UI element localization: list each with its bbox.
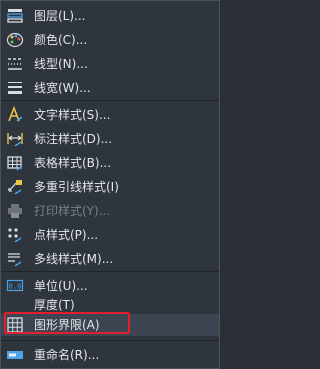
menu-item-label: 多重引线样式(I) <box>34 180 119 194</box>
menu-item-dimension-style[interactable]: 标注样式(D)... <box>1 127 219 151</box>
menu-item-label: 打印样式(Y)... <box>34 204 111 218</box>
point-style-icon <box>6 226 24 244</box>
menu-item-linetype[interactable]: 线型(N)... <box>1 52 219 76</box>
menu-item-color[interactable]: 颜色(C)... <box>1 28 219 52</box>
format-menu: 图层(L)... 颜色(C)... 线型(N)... 线宽(W)... 文字样式… <box>0 0 220 369</box>
menu-item-label: 文字样式(S)... <box>34 108 111 122</box>
menu-item-label: 线型(N)... <box>34 57 88 71</box>
menu-item-lineweight[interactable]: 线宽(W)... <box>1 76 219 100</box>
menu-separator <box>1 100 219 101</box>
menu-item-label: 单位(U)... <box>34 279 88 293</box>
menu-item-label: 颜色(C)... <box>34 33 88 47</box>
multileader-style-icon <box>6 178 24 196</box>
menu-item-label: 线宽(W)... <box>34 81 91 95</box>
multiline-style-icon <box>6 250 24 268</box>
menu-item-table-style[interactable]: 表格样式(B)... <box>1 151 219 175</box>
menu-item-label: 点样式(P)... <box>34 228 99 242</box>
text-style-icon <box>6 105 24 124</box>
menu-item-text-style[interactable]: 文字样式(S)... <box>1 103 219 127</box>
menu-item-plot-style: 打印样式(Y)... <box>1 199 219 223</box>
menu-separator <box>1 271 219 272</box>
layers-icon <box>6 7 24 25</box>
table-style-icon <box>6 154 24 172</box>
menu-item-label: 图层(L)... <box>34 9 86 23</box>
menu-item-label: 标注样式(D)... <box>34 132 113 146</box>
svg-text:0.0: 0.0 <box>9 283 22 291</box>
menu-separator <box>1 340 219 341</box>
menu-item-label: 重命名(R)... <box>34 348 100 362</box>
menu-item-multiline-style[interactable]: 多线样式(M)... <box>1 247 219 271</box>
highlight-box <box>4 312 130 334</box>
plot-style-icon <box>6 202 24 220</box>
menu-item-label: 表格样式(B)... <box>34 156 112 170</box>
menu-item-layer[interactable]: 图层(L)... <box>1 4 219 28</box>
menu-item-multileader-style[interactable]: 多重引线样式(I) <box>1 175 219 199</box>
menu-item-label: 厚度(T) <box>34 298 75 312</box>
linetype-icon <box>6 55 24 73</box>
menu-item-label: 多线样式(M)... <box>34 252 114 266</box>
menu-item-rename[interactable]: 重命名(R)... <box>1 343 219 367</box>
dimension-style-icon <box>6 130 24 148</box>
menu-item-point-style[interactable]: 点样式(P)... <box>1 223 219 247</box>
lineweight-icon <box>6 79 24 97</box>
rename-icon <box>6 346 24 364</box>
color-palette-icon <box>6 31 24 49</box>
